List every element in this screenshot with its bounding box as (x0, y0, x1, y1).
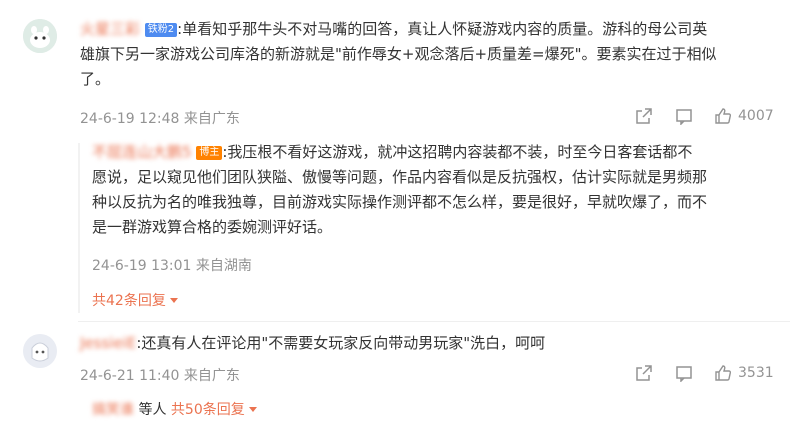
avatar-image (23, 334, 57, 368)
share-button[interactable] (635, 107, 653, 125)
blogger-badge: 博主 (196, 146, 223, 160)
comment-text-3: 了。 (80, 70, 111, 88)
reply-text-1: :我压根不看好这游戏，就冲这招聘内容装都不装，时至今日客套话都不 (222, 143, 693, 161)
username[interactable]: 火星三彩 (80, 17, 140, 42)
share-icon (636, 365, 652, 381)
reply-text-3: 种以反抗为名的唯我独尊，目前游戏实际操作测评都不怎么样，要是很好，早就吹爆了，而… (92, 193, 708, 211)
comment-button[interactable] (675, 107, 693, 125)
avatar[interactable] (23, 19, 57, 53)
reply-body: 不屈连山大鹏5 博主:我压根不看好这游戏，就冲这招聘内容装都不装，时至今日客套话… (92, 140, 782, 240)
like-button[interactable]: 4007 (714, 107, 774, 125)
like-count: 4007 (738, 108, 774, 124)
comment-meta: 24-6-19 12:48 来自广东 (80, 111, 240, 127)
replies-summary[interactable]: 搞笑谁 等人 共50条回复 (92, 399, 257, 419)
share-button[interactable] (635, 364, 653, 382)
share-icon (636, 108, 652, 124)
fan-badge[interactable]: 铁粉2 (144, 23, 178, 37)
like-button[interactable]: 3531 (714, 364, 774, 382)
comment-icon (676, 366, 692, 382)
comment-button[interactable] (675, 364, 693, 382)
comment-text-1: :单看知乎那牛头不对马嘴的回答，真让人怀疑游戏内容的质量。游科的母公司英 (177, 20, 708, 38)
like-count: 3531 (738, 365, 774, 381)
comment-line-1: 火星三彩 铁粉2:单看知乎那牛头不对马嘴的回答，真让人怀疑游戏内容的质量。游科的… (80, 17, 780, 42)
avatar-image (23, 19, 57, 53)
more-replies-label: 共42条回复 (92, 293, 166, 309)
comment2-meta: 24-6-21 11:40 来自广东 (80, 368, 240, 384)
divider (78, 321, 790, 322)
thumbs-up-icon (715, 365, 732, 381)
reply-left-border (78, 143, 80, 313)
comment-icon (676, 109, 692, 125)
reply-text-4: 是一群游戏算合格的委婉测评好话。 (92, 218, 333, 236)
comment-text-2: 雄旗下另一家游戏公司库洛的新游就是"前作辱女+观念落后+质量差=爆死"。要素实在… (80, 45, 717, 63)
more-replies-label[interactable]: 共50条回复 (171, 402, 245, 418)
reply-line-1: 不屈连山大鹏5 博主:我压根不看好这游戏，就冲这招聘内容装都不装，时至今日客套话… (92, 140, 782, 165)
thumbs-up-icon (715, 108, 732, 124)
comment2-text: :还真有人在评论用"不需要女玩家反向带动男玩家"洗白，呵呵 (136, 334, 546, 352)
reply-meta: 24-6-19 13:01 来自湖南 (92, 258, 252, 274)
caret-down-icon (248, 407, 257, 412)
more-replies-link[interactable]: 共42条回复 (92, 290, 178, 310)
reply-username[interactable]: 不屈连山大鹏5 (92, 140, 192, 165)
comment-body: 火星三彩 铁粉2:单看知乎那牛头不对马嘴的回答，真让人怀疑游戏内容的质量。游科的… (80, 17, 780, 92)
reply-etc-text: 等人 (138, 402, 167, 418)
comment2-body: JessieiE:还真有人在评论用"不需要女玩家反向带动男玩家"洗白，呵呵 (80, 331, 780, 356)
avatar[interactable] (23, 334, 57, 368)
caret-down-icon (169, 298, 178, 303)
username[interactable]: JessieiE (80, 331, 136, 356)
reply-username[interactable]: 搞笑谁 (92, 399, 134, 419)
reply-text-2: 愿说，足以窥见他们团队狭隘、傲慢等问题，作品内容看似是反抗强权，估计实际就是男频… (92, 168, 708, 186)
